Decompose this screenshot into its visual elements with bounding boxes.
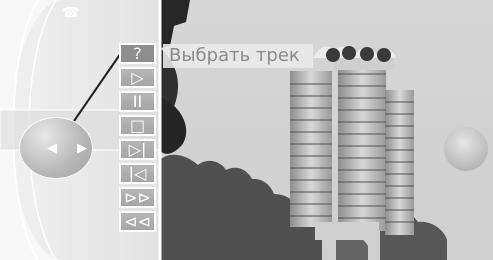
play-button[interactable]: ▷ (119, 67, 156, 88)
rotary-controller[interactable]: ◀ ▶ (17, 117, 95, 179)
track-selection-tooltip: Выбрать трек (163, 44, 313, 68)
stop-button[interactable]: □ (119, 115, 156, 136)
previous-track-button[interactable]: |◁ (119, 163, 156, 184)
rewind-button[interactable]: ⊲⊲ (119, 211, 156, 232)
help-button[interactable]: ? (119, 43, 156, 64)
next-track-button[interactable]: ▷| (119, 139, 156, 160)
playback-controls: ? ▷ II □ ▷| |◁ ⊳⊳ ⊲⊲ (119, 43, 160, 235)
left-arrow-icon: ◀ (47, 141, 57, 156)
media-player-screen: ☎ ? ▷ II □ ▷| |◁ ⊳⊳ ⊲⊲ Выбрать трек ◀ ▶ (0, 0, 493, 260)
phone-icon: ☎ (62, 5, 80, 21)
right-control-knob[interactable] (444, 127, 488, 171)
fast-forward-button[interactable]: ⊳⊳ (119, 187, 156, 208)
pause-button[interactable]: II (119, 91, 156, 112)
right-arrow-icon: ▶ (77, 141, 87, 156)
